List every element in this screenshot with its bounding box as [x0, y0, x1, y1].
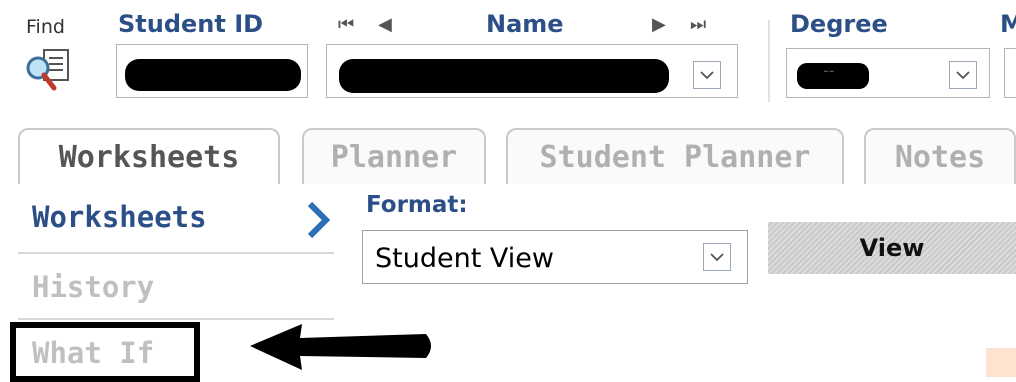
view-button[interactable]: View: [768, 222, 1016, 274]
degree-dropdown-chevron-icon[interactable]: [949, 61, 977, 89]
find-label: Find: [26, 16, 65, 38]
divider: [768, 20, 770, 102]
name-select[interactable]: [326, 44, 738, 98]
format-label: Format:: [366, 192, 468, 218]
redacted-degree: --: [797, 61, 869, 89]
tab-planner[interactable]: Planner: [302, 128, 486, 184]
tab-notes[interactable]: Notes: [864, 128, 1016, 184]
next-field-label-partial: M: [1000, 10, 1016, 38]
tab-worksheets[interactable]: Worksheets: [18, 128, 280, 184]
nav-divider: [18, 252, 334, 254]
format-selected-value: Student View: [375, 243, 554, 274]
name-label: Name: [486, 10, 564, 38]
previous-record-icon[interactable]: ◀: [378, 14, 392, 35]
find-student-icon[interactable]: [24, 46, 72, 94]
nav-history[interactable]: History: [32, 270, 154, 304]
degree-value: --: [823, 61, 835, 80]
next-field-input-partial[interactable]: [1004, 48, 1016, 98]
student-id-input[interactable]: [116, 44, 308, 98]
nav-worksheets[interactable]: Worksheets: [32, 200, 207, 234]
name-dropdown-chevron-icon[interactable]: [693, 61, 721, 89]
format-select[interactable]: Student View: [362, 230, 748, 284]
student-id-label: Student ID: [118, 10, 264, 38]
first-record-icon[interactable]: ⏮: [338, 14, 354, 35]
tab-student-planner[interactable]: Student Planner: [506, 128, 844, 184]
degree-select[interactable]: --: [786, 48, 990, 98]
last-record-icon[interactable]: ⏭: [690, 14, 706, 35]
chevron-right-icon: [304, 198, 334, 246]
redacted-student-id: [125, 59, 301, 91]
decorative-corner: [986, 348, 1016, 377]
degree-label: Degree: [790, 10, 888, 38]
format-dropdown-chevron-icon[interactable]: [703, 243, 731, 271]
annotation-highlight-box: [10, 322, 200, 382]
redacted-name: [339, 59, 669, 93]
next-record-icon[interactable]: ▶: [652, 14, 666, 35]
annotation-arrow-icon: [244, 316, 440, 380]
